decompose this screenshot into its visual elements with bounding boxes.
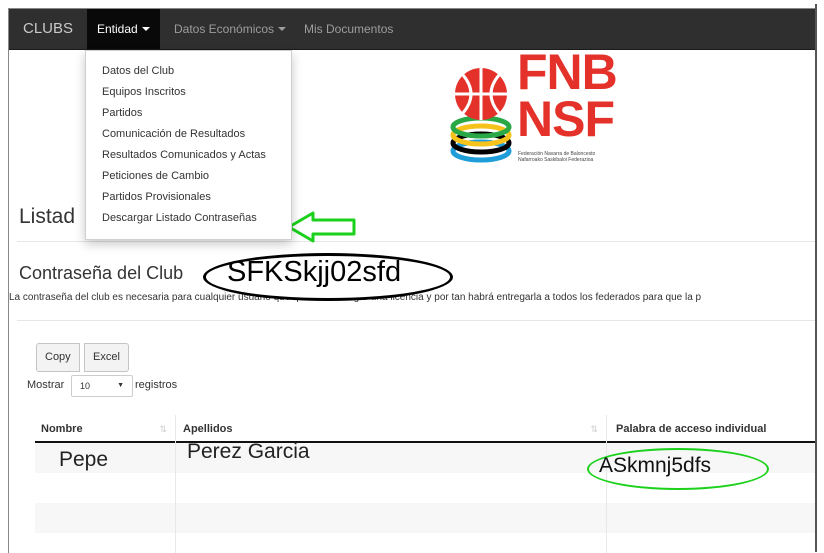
menu-item-comunicacion-resultados[interactable]: Comunicación de Resultados <box>102 128 245 140</box>
length-label-prefix: Mostrar <box>27 379 65 391</box>
column-divider <box>175 443 176 553</box>
nav-entidad-label: Entidad <box>97 22 138 36</box>
menu-item-partidos[interactable]: Partidos <box>102 107 142 119</box>
top-navbar: CLUBS Entidad Datos Económicos Mis Docum… <box>9 9 824 50</box>
sort-icon: ⇅ <box>159 424 167 434</box>
header-apellidos[interactable]: Apellidos ⇅ <box>175 415 606 443</box>
length-label-suffix: registros <box>135 379 178 391</box>
brand-link[interactable]: CLUBS <box>23 20 73 37</box>
nav-entidad[interactable]: Entidad <box>87 9 160 49</box>
section-divider <box>17 320 824 321</box>
basketball-icon <box>450 68 512 163</box>
page-length-value: 10 <box>80 381 91 391</box>
sort-icon: ⇅ <box>590 424 598 434</box>
menu-item-descargar-contrasenas[interactable]: Descargar Listado Contraseñas <box>102 212 257 224</box>
caret-down-icon <box>278 27 287 31</box>
excel-button[interactable]: Excel <box>84 343 129 372</box>
cell-apellidos: Perez Garcia <box>187 440 310 463</box>
page-length-select[interactable]: 10 ▼ <box>71 375 133 397</box>
section-title: Contraseña del Club <box>19 263 184 283</box>
menu-item-resultados-comunicados[interactable]: Resultados Comunicados y Actas <box>102 149 266 161</box>
header-nombre-label: Nombre <box>41 423 83 435</box>
window-edge <box>815 4 824 552</box>
logo-text-nsf: NSF <box>517 91 615 147</box>
nav-mis-documentos[interactable]: Mis Documentos <box>304 9 393 49</box>
title-divider <box>17 241 824 242</box>
nav-mis-documentos-label: Mis Documentos <box>304 22 394 36</box>
cell-nombre: Pepe <box>59 448 109 471</box>
header-palabra-acceso-label: Palabra de acceso individual <box>616 423 767 435</box>
column-divider <box>175 415 176 443</box>
table-row <box>35 533 824 553</box>
arrow-left-icon <box>287 211 356 243</box>
header-apellidos-label: Apellidos <box>183 423 233 435</box>
header-palabra-acceso[interactable]: Palabra de acceso individual <box>606 415 824 443</box>
browser-viewport: CLUBS Entidad Datos Económicos Mis Docum… <box>8 8 824 553</box>
entidad-dropdown-menu: Datos del Club Equipos Inscritos Partido… <box>85 50 292 240</box>
chevron-down-icon: ▼ <box>117 382 124 389</box>
cell-palabra-acceso: ASkmnj5dfs <box>599 454 712 477</box>
logo-subtitle: Federación Navarra de Baloncesto Nafarro… <box>518 151 595 163</box>
nav-datos-economicos[interactable]: Datos Económicos <box>174 9 287 49</box>
page-title: Listad <box>19 205 76 228</box>
nav-datos-economicos-label: Datos Económicos <box>174 22 275 36</box>
column-divider <box>606 415 607 443</box>
club-password-value: SFKSkjj02sfd <box>227 256 402 288</box>
header-nombre[interactable]: Nombre ⇅ <box>35 415 175 443</box>
caret-down-icon <box>141 27 150 31</box>
logo-subtitle-line2: Nafarroako Saskibaloi Federazioa <box>518 157 594 163</box>
menu-item-equipos-inscritos[interactable]: Equipos Inscritos <box>102 86 186 98</box>
menu-item-peticiones-cambio[interactable]: Peticiones de Cambio <box>102 170 209 182</box>
logo-text-fnb: FNB <box>517 44 618 100</box>
menu-item-datos-del-club[interactable]: Datos del Club <box>102 65 174 77</box>
copy-button[interactable]: Copy <box>36 343 80 372</box>
table-row <box>35 503 824 533</box>
menu-item-partidos-provisionales[interactable]: Partidos Provisionales <box>102 191 211 203</box>
